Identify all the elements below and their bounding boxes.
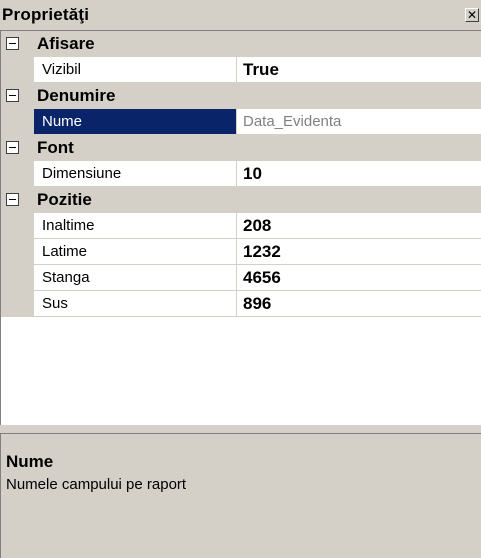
property-row-stanga[interactable]: Stanga 4656 (1, 265, 481, 291)
property-name-cell[interactable]: Sus (34, 291, 237, 317)
property-value-cell[interactable]: 4656 (237, 265, 481, 291)
property-row-nume[interactable]: Nume Data_Evidenta (1, 109, 481, 135)
property-name: Inaltime (42, 217, 95, 234)
row-gutter (1, 109, 34, 135)
collapse-icon[interactable] (6, 141, 19, 154)
category-denumire[interactable]: Denumire (1, 83, 481, 109)
category-label: Denumire (37, 86, 116, 105)
property-name-cell[interactable]: Inaltime (34, 213, 237, 239)
property-value: 10 (243, 164, 262, 183)
property-name-cell[interactable]: Dimensiune (34, 161, 237, 187)
row-gutter (1, 213, 34, 239)
property-name: Sus (42, 295, 68, 312)
description-panel: Nume Numele campului pe raport (1, 433, 481, 558)
property-name-cell[interactable]: Stanga (34, 265, 237, 291)
property-name-cell[interactable]: Vizibil (34, 57, 237, 83)
property-value: 1232 (243, 242, 281, 261)
row-gutter (1, 239, 34, 265)
property-value: Data_Evidenta (243, 113, 342, 130)
property-value: 4656 (243, 268, 281, 287)
title-bar[interactable]: Proprietăţi ✕ (0, 0, 481, 29)
property-value-cell[interactable]: Data_Evidenta (237, 109, 481, 135)
collapse-icon[interactable] (6, 193, 19, 206)
category-label: Font (37, 138, 74, 157)
row-gutter (1, 291, 34, 317)
description-title: Nume (6, 452, 54, 471)
property-name: Nume (42, 113, 83, 130)
row-gutter (1, 265, 34, 291)
category-pozitie[interactable]: Pozitie (1, 187, 481, 213)
properties-window: Proprietăţi ✕ Afisare Vizibil True Denum… (0, 0, 481, 558)
property-row-dimensiune[interactable]: Dimensiune 10 (1, 161, 481, 187)
description-splitter[interactable] (0, 425, 481, 433)
category-label: Afisare (37, 34, 95, 53)
property-value: True (243, 60, 279, 79)
property-value: 208 (243, 216, 272, 235)
property-row-latime[interactable]: Latime 1232 (1, 239, 481, 265)
property-name-cell[interactable]: Latime (34, 239, 237, 265)
property-value-cell[interactable]: 10 (237, 161, 481, 187)
property-name-cell[interactable]: Nume (34, 109, 237, 135)
property-name: Dimensiune (42, 165, 122, 182)
property-value-cell[interactable]: 208 (237, 213, 481, 239)
category-label: Pozitie (37, 190, 92, 209)
property-value-cell[interactable]: 1232 (237, 239, 481, 265)
row-gutter (1, 161, 34, 187)
collapse-icon[interactable] (6, 89, 19, 102)
property-name: Vizibil (42, 61, 81, 78)
category-font[interactable]: Font (1, 135, 481, 161)
category-afisare[interactable]: Afisare (1, 31, 481, 57)
property-value: 896 (243, 294, 272, 313)
row-gutter (1, 57, 34, 83)
property-row-sus[interactable]: Sus 896 (1, 291, 481, 317)
collapse-icon[interactable] (6, 37, 19, 50)
property-row-inaltime[interactable]: Inaltime 208 (1, 213, 481, 239)
property-name: Latime (42, 243, 88, 260)
property-name: Stanga (42, 269, 90, 286)
property-value-cell[interactable]: 896 (237, 291, 481, 317)
property-value-cell[interactable]: True (237, 57, 481, 83)
window-title: Proprietăţi (2, 5, 90, 24)
close-icon: ✕ (466, 8, 478, 22)
property-row-vizibil[interactable]: Vizibil True (1, 57, 481, 83)
property-grid: Afisare Vizibil True Denumire Nume Data_… (1, 30, 481, 425)
close-button[interactable]: ✕ (465, 8, 479, 22)
description-text: Numele campului pe raport (6, 476, 187, 493)
